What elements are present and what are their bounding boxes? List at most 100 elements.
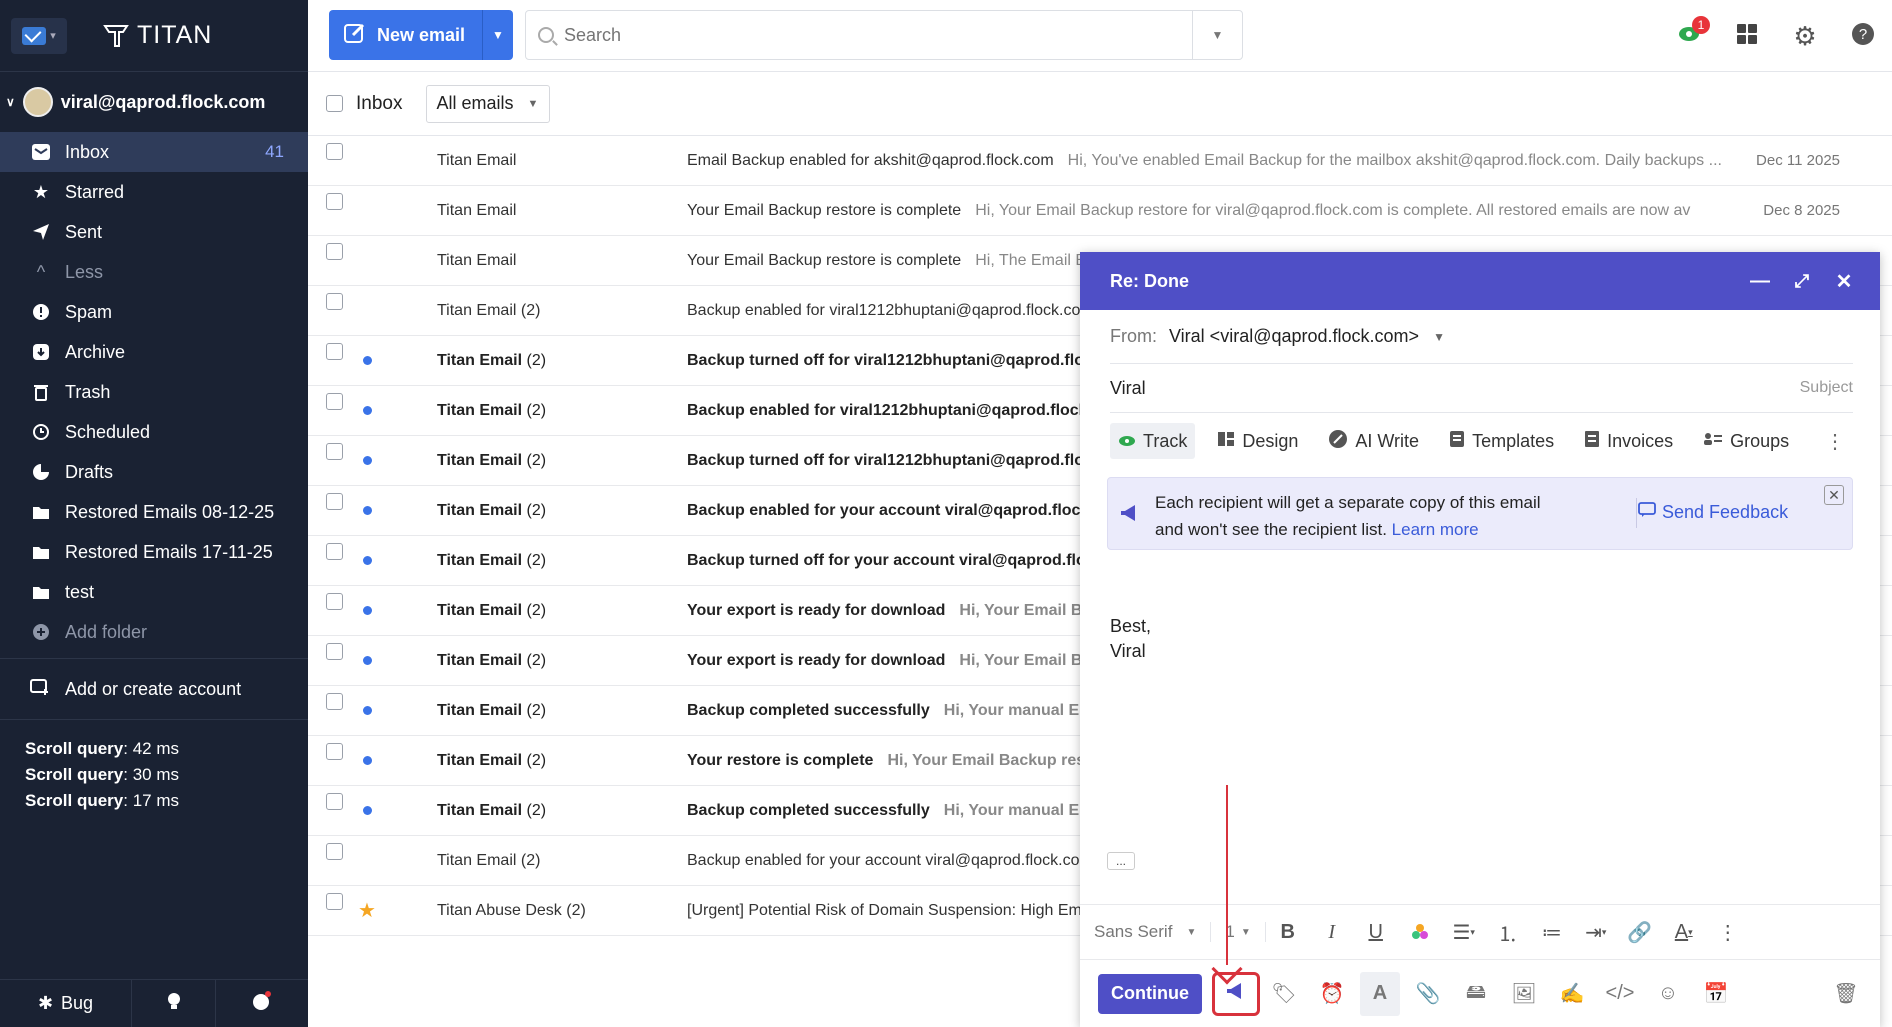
reminder-icon[interactable]: ⏰: [1308, 972, 1356, 1016]
row-checkbox[interactable]: [326, 593, 343, 610]
dismiss-notice-button[interactable]: ✕: [1824, 485, 1844, 505]
close-icon[interactable]: ✕: [1824, 252, 1864, 310]
drive-icon[interactable]: 🖴: [1452, 972, 1500, 1016]
row-checkbox[interactable]: [326, 143, 343, 160]
row-checkbox[interactable]: [326, 543, 343, 560]
notifications-button[interactable]: 1: [1660, 0, 1718, 72]
continue-button[interactable]: Continue: [1098, 973, 1202, 1014]
row-checkbox[interactable]: [326, 743, 343, 760]
row-subject: Your restore is complete Hi, Your Email B…: [687, 751, 1116, 769]
align-icon[interactable]: ☰ ▾: [1442, 912, 1486, 952]
sidebar-item-restored-08-12-25[interactable]: Restored Emails 08-12-25: [0, 492, 308, 532]
learn-more-link[interactable]: Learn more: [1392, 520, 1479, 539]
discard-icon[interactable]: 🗑: [1822, 972, 1870, 1016]
email-filter-select[interactable]: All emails ▼: [426, 84, 551, 123]
app-switcher[interactable]: ▾: [11, 17, 67, 54]
row-checkbox[interactable]: [326, 493, 343, 510]
row-subject: Email Backup enabled for akshit@qaprod.f…: [687, 151, 1722, 169]
new-email-button[interactable]: New email ▼: [329, 10, 513, 60]
ordered-list-icon[interactable]: ⒈: [1486, 912, 1530, 952]
row-checkbox[interactable]: [326, 693, 343, 710]
send-feedback-button[interactable]: Send Feedback: [1638, 502, 1788, 523]
bug-button[interactable]: ✱ Bug: [0, 980, 132, 1027]
from-field[interactable]: From: Viral <viral@qaprod.flock.com> ▼: [1110, 310, 1853, 364]
sidebar-item-inbox[interactable]: Inbox 41: [0, 132, 308, 172]
more-options-icon[interactable]: ⋮: [1825, 429, 1845, 454]
templates-button[interactable]: Templates: [1441, 423, 1562, 459]
search-box: ▼: [525, 10, 1243, 60]
account-switcher[interactable]: ∨ viral@qaprod.flock.com: [0, 72, 308, 132]
underline-icon[interactable]: U: [1354, 912, 1398, 952]
attachment-icon[interactable]: 📎: [1404, 972, 1452, 1016]
sidebar-item-drafts[interactable]: Drafts: [0, 452, 308, 492]
font-select[interactable]: Sans Serif ▼: [1094, 922, 1212, 942]
font-color-icon[interactable]: A ▾: [1662, 912, 1706, 952]
rocket-icon: [251, 990, 273, 1017]
show-trimmed-button[interactable]: ...: [1107, 852, 1135, 870]
expand-icon[interactable]: ⤢: [1782, 252, 1822, 310]
search-input[interactable]: [564, 24, 1164, 46]
email-body[interactable]: Best, Viral: [1110, 614, 1151, 664]
clock-icon: [30, 422, 52, 442]
bullet-list-icon[interactable]: ≔: [1530, 912, 1574, 952]
sidebar-item-less[interactable]: ^ Less: [0, 252, 308, 292]
image-icon[interactable]: 🖼: [1500, 972, 1548, 1016]
to-field[interactable]: Viral Subject: [1110, 364, 1853, 413]
filter-value: All emails: [436, 93, 514, 113]
code-icon[interactable]: </>: [1596, 972, 1644, 1016]
sidebar-item-restored-17-11-25[interactable]: Restored Emails 17-11-25: [0, 532, 308, 572]
font-size-select[interactable]: 1 ▼: [1211, 922, 1266, 942]
row-checkbox[interactable]: [326, 793, 343, 810]
indent-icon[interactable]: ⇥ ▾: [1574, 912, 1618, 952]
sidebar-item-archive[interactable]: Archive: [0, 332, 308, 372]
more-format-icon[interactable]: ⋮: [1706, 912, 1750, 952]
whats-new-button[interactable]: [216, 980, 308, 1027]
recipient-chip[interactable]: Viral: [1110, 378, 1146, 399]
row-checkbox[interactable]: [326, 643, 343, 660]
invoices-button[interactable]: Invoices: [1576, 423, 1681, 459]
help-button[interactable]: ?: [1834, 0, 1892, 72]
text-color-icon[interactable]: [1398, 912, 1442, 952]
subject-toggle[interactable]: Subject: [1800, 379, 1853, 397]
minimize-icon[interactable]: —: [1740, 252, 1780, 310]
link-icon[interactable]: 🔗: [1618, 912, 1662, 952]
groups-button[interactable]: Groups: [1695, 423, 1797, 459]
select-all-checkbox[interactable]: [326, 95, 343, 112]
broadcast-button[interactable]: [1212, 971, 1260, 1016]
table-row[interactable]: Titan Email Your Email Backup restore is …: [308, 186, 1892, 236]
bold-icon[interactable]: B: [1266, 912, 1310, 952]
emoji-icon[interactable]: ☺: [1644, 972, 1692, 1016]
row-checkbox[interactable]: [326, 843, 343, 860]
sidebar-item-spam[interactable]: Spam: [0, 292, 308, 332]
row-checkbox[interactable]: [326, 293, 343, 310]
star-icon[interactable]: ★: [358, 898, 376, 923]
tag-icon[interactable]: 🏷: [1260, 972, 1308, 1016]
sidebar-item-starred[interactable]: ★ Starred: [0, 172, 308, 212]
row-checkbox[interactable]: [326, 393, 343, 410]
add-account-button[interactable]: Add or create account: [0, 659, 308, 719]
formatting-toggle-icon[interactable]: A: [1360, 971, 1400, 1016]
search-options-dropdown[interactable]: ▼: [1192, 11, 1242, 59]
signature-icon[interactable]: ✍: [1548, 972, 1596, 1016]
sidebar-item-trash[interactable]: Trash: [0, 372, 308, 412]
sidebar-item-sent[interactable]: Sent: [0, 212, 308, 252]
table-row[interactable]: Titan Email Email Backup enabled for aksh…: [308, 136, 1892, 186]
row-checkbox[interactable]: [326, 243, 343, 260]
track-button[interactable]: Track: [1110, 423, 1196, 459]
compose-button[interactable]: New email: [329, 10, 483, 60]
sidebar-item-test[interactable]: test: [0, 572, 308, 612]
row-checkbox[interactable]: [326, 443, 343, 460]
design-button[interactable]: Design: [1209, 423, 1306, 459]
ai-write-button[interactable]: AI Write: [1320, 423, 1427, 459]
sidebar-item-scheduled[interactable]: Scheduled: [0, 412, 308, 452]
row-checkbox[interactable]: [326, 193, 343, 210]
new-email-dropdown[interactable]: ▼: [483, 10, 513, 60]
settings-button[interactable]: ⚙: [1776, 0, 1834, 72]
idea-button[interactable]: [132, 980, 216, 1027]
apps-button[interactable]: [1718, 0, 1776, 72]
sidebar-item-add-folder[interactable]: Add folder: [0, 612, 308, 652]
row-checkbox[interactable]: [326, 893, 343, 910]
italic-icon[interactable]: I: [1310, 912, 1354, 952]
row-checkbox[interactable]: [326, 343, 343, 360]
schedule-icon[interactable]: 📅: [1692, 972, 1740, 1016]
